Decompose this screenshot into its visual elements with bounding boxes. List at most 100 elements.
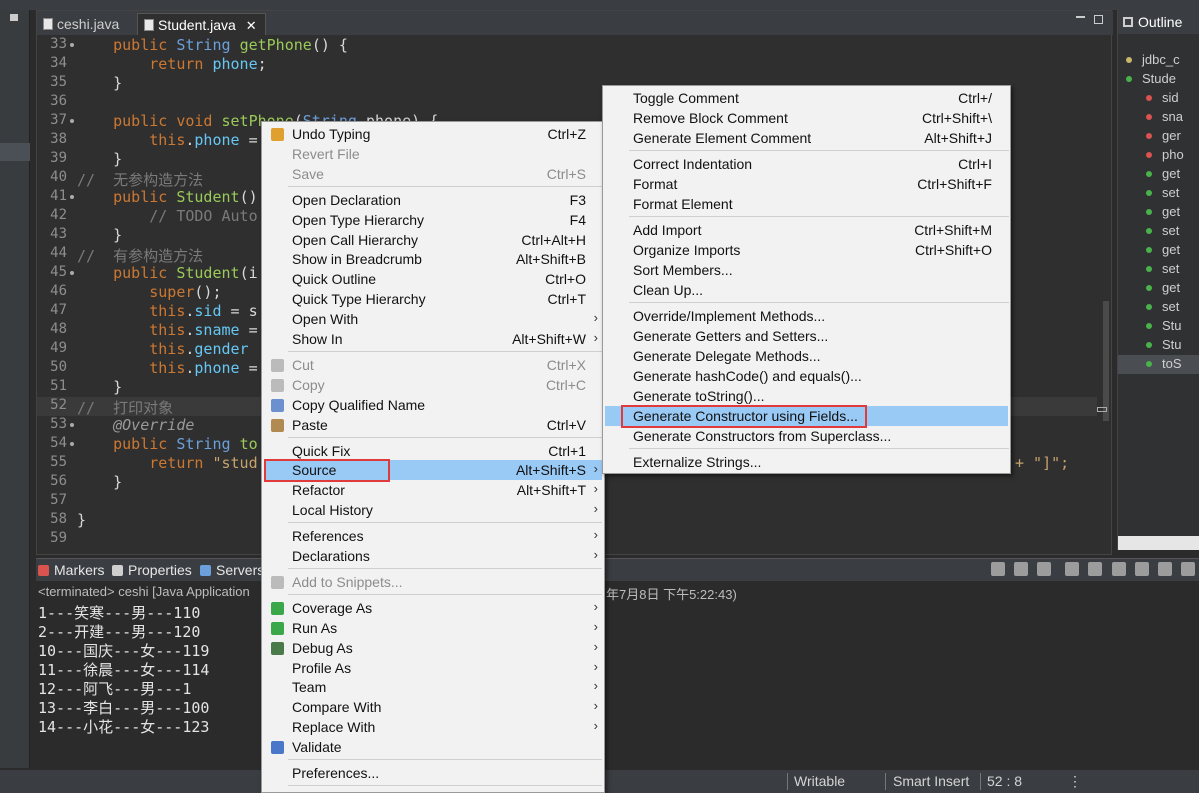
menu-item-add-import[interactable]: Add Import Ctrl+Shift+M	[605, 220, 1008, 240]
menu-item-debug-as[interactable]: Debug As ›	[264, 638, 602, 658]
fold-marker-icon[interactable]	[70, 442, 74, 446]
fold-marker-icon[interactable]	[70, 119, 74, 123]
menu-item-references[interactable]: References ›	[264, 526, 602, 546]
chevron-right-icon: ›	[593, 330, 598, 345]
outline-item[interactable]: jdbc_c	[1118, 51, 1199, 70]
code-token: =	[239, 359, 258, 377]
outline-item[interactable]: get	[1118, 165, 1199, 184]
chevron-right-icon: ›	[593, 598, 598, 614]
menu-item-undo-typing[interactable]: Undo Typing Ctrl+Z	[264, 124, 602, 144]
outline-item[interactable]: get	[1118, 279, 1199, 298]
maximize-icon[interactable]	[1094, 15, 1103, 24]
fold-marker-icon[interactable]	[70, 271, 74, 275]
outline-item[interactable]: sid	[1118, 89, 1199, 108]
outline-icon	[1123, 17, 1133, 27]
outline-item[interactable]: get	[1118, 203, 1199, 222]
outline-member-icon	[1146, 361, 1152, 367]
menu-item-format-element[interactable]: Format Element	[605, 194, 1008, 214]
word-wrap-icon[interactable]	[1111, 562, 1126, 576]
menu-item-copy-qualified-name[interactable]: Copy Qualified Name	[264, 395, 602, 415]
outline-item[interactable]: Stu	[1118, 317, 1199, 336]
menu-item-run-as[interactable]: Run As ›	[264, 618, 602, 638]
overview-ruler-marker[interactable]	[1097, 407, 1107, 412]
display-console-icon[interactable]	[1157, 562, 1172, 576]
menu-item-remove-block-comment[interactable]: Remove Block Comment Ctrl+Shift+\	[605, 108, 1008, 128]
menu-item-generate-constructors-from-superclass[interactable]: Generate Constructors from Superclass...	[605, 426, 1008, 446]
tab-student-java[interactable]: Student.java ✕	[137, 13, 266, 35]
menu-item-organize-imports[interactable]: Organize Imports Ctrl+Shift+O	[605, 240, 1008, 260]
menu-item-generate-tostring[interactable]: Generate toString()...	[605, 386, 1008, 406]
menu-item-show-in-breadcrumb[interactable]: Show in Breadcrumb Alt+Shift+B	[264, 249, 602, 269]
menu-item-team[interactable]: Team ›	[264, 677, 602, 697]
close-icon[interactable]: ✕	[246, 18, 257, 33]
menu-item-open-type-hierarchy[interactable]: Open Type Hierarchy F4	[264, 210, 602, 230]
outline-member-icon	[1146, 323, 1152, 329]
fold-marker-icon[interactable]	[70, 43, 74, 47]
fold-marker-icon[interactable]	[70, 423, 74, 427]
outline-item[interactable]: Stude	[1118, 70, 1199, 89]
tab-ceshi-java[interactable]: ceshi.java	[37, 13, 127, 35]
tab-markers[interactable]: Markers	[38, 562, 105, 578]
outline-item[interactable]: pho	[1118, 146, 1199, 165]
menu-item-validate[interactable]: Validate	[264, 737, 602, 757]
code-line[interactable]: 33 public String getPhone() {	[37, 36, 1097, 55]
fold-marker-icon[interactable]	[70, 195, 74, 199]
line-number: 36	[50, 93, 67, 109]
outline-member-icon	[1146, 247, 1152, 253]
menu-item-open-with[interactable]: Open With ›	[264, 309, 602, 329]
menu-item-generate-hashcode-and-equals[interactable]: Generate hashCode() and equals()...	[605, 366, 1008, 386]
outline-horizontal-scrollbar[interactable]	[1118, 536, 1199, 550]
new-console-icon[interactable]	[1181, 562, 1195, 576]
outline-item[interactable]: set	[1118, 222, 1199, 241]
outline-item[interactable]: set	[1118, 260, 1199, 279]
menu-item-format[interactable]: Format Ctrl+Shift+F	[605, 174, 1008, 194]
menu-item-coverage-as[interactable]: Coverage As ›	[264, 598, 602, 618]
tab-properties[interactable]: Properties	[112, 562, 192, 578]
code-line[interactable]: 34 return phone;	[37, 55, 1097, 74]
outline-item[interactable]: sna	[1118, 108, 1199, 127]
scroll-lock-icon[interactable]	[1088, 562, 1103, 576]
remove-all-icon[interactable]	[1037, 562, 1052, 576]
menu-item-replace-with[interactable]: Replace With ›	[264, 717, 602, 737]
minimize-icon[interactable]	[10, 14, 18, 21]
menu-item-quick-type-hierarchy[interactable]: Quick Type Hierarchy Ctrl+T	[264, 289, 602, 309]
outline-item[interactable]: Stu	[1118, 336, 1199, 355]
menu-separator	[288, 593, 602, 595]
menu-item-preferences[interactable]: Preferences...	[264, 763, 602, 783]
menu-item-externalize-strings[interactable]: Externalize Strings...	[605, 452, 1008, 472]
menu-item-open-declaration[interactable]: Open Declaration F3	[264, 190, 602, 210]
menu-item-quick-fix[interactable]: Quick Fix Ctrl+1	[264, 441, 602, 461]
menu-item-generate-element-comment[interactable]: Generate Element Comment Alt+Shift+J	[605, 128, 1008, 148]
outline-item[interactable]: get	[1118, 241, 1199, 260]
menu-item-paste[interactable]: Paste Ctrl+V	[264, 415, 602, 435]
menu-item-compare-with[interactable]: Compare With ›	[264, 697, 602, 717]
menu-item-declarations[interactable]: Declarations ›	[264, 546, 602, 566]
pin-console-icon[interactable]	[1134, 562, 1149, 576]
menu-item-toggle-comment[interactable]: Toggle Comment Ctrl+/	[605, 88, 1008, 108]
menu-item-clean-up[interactable]: Clean Up...	[605, 280, 1008, 300]
outline-item[interactable]: set	[1118, 184, 1199, 203]
menu-item-quick-outline[interactable]: Quick Outline Ctrl+O	[264, 269, 602, 289]
outline-item[interactable]: toS	[1118, 355, 1199, 374]
editor-scrollbar[interactable]	[1103, 301, 1109, 421]
minimize-icon[interactable]	[1076, 16, 1085, 18]
clear-console-icon[interactable]	[1065, 562, 1080, 576]
menu-item-show-in[interactable]: Show In Alt+Shift+W ›	[264, 329, 602, 349]
line-text: this.phone =	[77, 131, 257, 149]
outline-item[interactable]: set	[1118, 298, 1199, 317]
more-icon[interactable]: ⋮	[1068, 773, 1082, 790]
menu-item-correct-indentation[interactable]: Correct Indentation Ctrl+I	[605, 154, 1008, 174]
menu-item-profile-as[interactable]: Profile As ›	[264, 658, 602, 678]
remove-launch-icon[interactable]	[1014, 562, 1029, 576]
menu-item-sort-members[interactable]: Sort Members...	[605, 260, 1008, 280]
menu-item-open-call-hierarchy[interactable]: Open Call Hierarchy Ctrl+Alt+H	[264, 230, 602, 250]
tab-servers[interactable]: Servers	[200, 562, 264, 578]
menu-item-generate-getters-and-setters[interactable]: Generate Getters and Setters...	[605, 326, 1008, 346]
menu-item-generate-delegate-methods[interactable]: Generate Delegate Methods...	[605, 346, 1008, 366]
menu-item-local-history[interactable]: Local History ›	[264, 500, 602, 520]
outline-member-icon	[1146, 304, 1152, 310]
menu-item-override-implement-methods[interactable]: Override/Implement Methods...	[605, 306, 1008, 326]
stop-icon[interactable]	[990, 562, 1005, 576]
menu-item-refactor[interactable]: Refactor Alt+Shift+T ›	[264, 480, 602, 500]
outline-item[interactable]: ger	[1118, 127, 1199, 146]
